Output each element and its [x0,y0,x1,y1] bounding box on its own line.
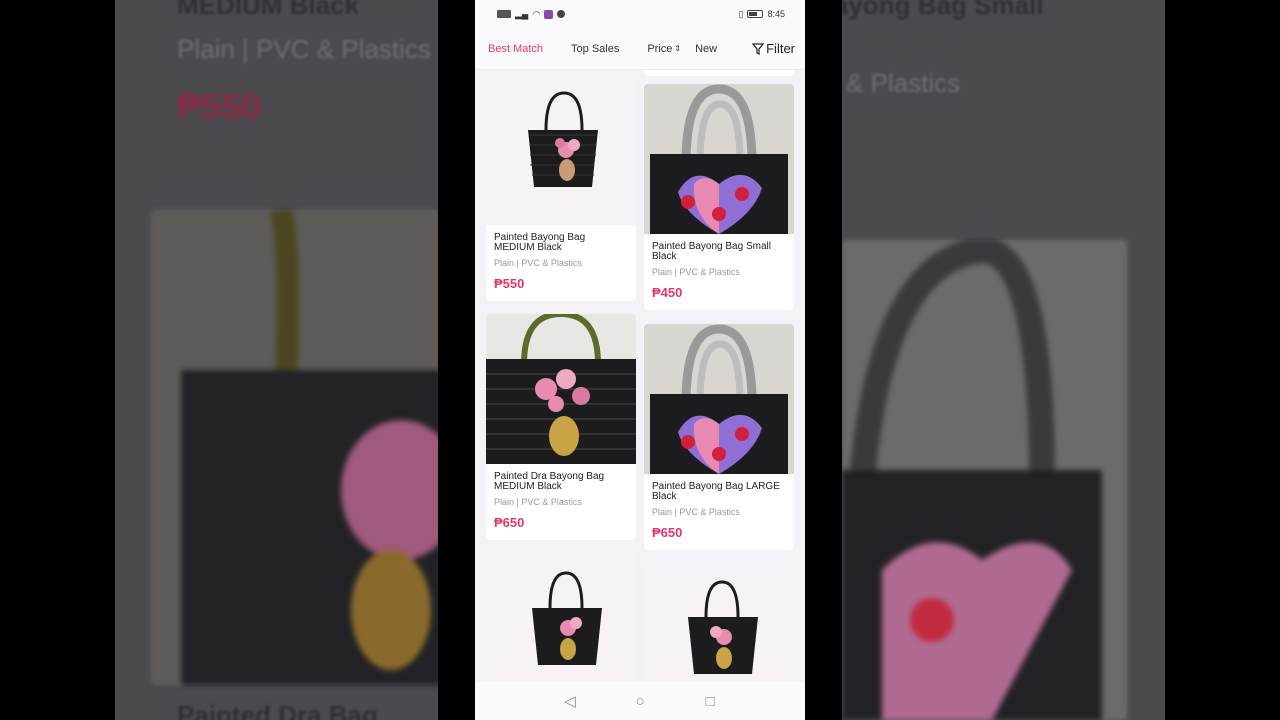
product-price: ₱550 [494,276,525,291]
sort-new[interactable]: New [695,43,717,55]
messenger-icon [557,10,566,18]
recents-icon[interactable]: □ [701,692,719,710]
product-card[interactable] [486,553,636,682]
product-image [486,75,636,225]
sort-bar: Best Match Top Sales Price ⇕ New Filter [475,28,805,70]
product-image [644,324,794,474]
bg-subtitle: Plain | PVC & Plastics [177,34,431,64]
product-card[interactable]: Painted Bayong Bag Small Black Plain | P… [644,84,794,310]
product-card[interactable]: Painted Bayong Bag MEDIUM Black Plain | … [486,75,636,301]
app-notification-icon [544,9,554,19]
bg-right-title: ayong Bag Small [842,0,1044,20]
bg-right-subtitle: & Plastics [846,68,961,98]
product-image [644,84,794,234]
bg-card [151,210,438,685]
bg-title: MEDIUM Black [177,0,360,20]
vibrate-icon: ▯ [738,8,744,19]
product-image [486,553,636,682]
clock-time: 8:45 [767,9,785,19]
home-icon[interactable]: ○ [631,692,649,710]
product-meta: Plain | PVC & Plastics [652,507,740,517]
product-card-partial[interactable] [644,70,794,76]
product-card[interactable]: Painted Dra Bayong Bag MEDIUM Black Plai… [486,314,636,540]
sort-arrows-icon: ⇕ [674,44,682,53]
product-image [644,562,794,682]
product-price: ₱450 [652,285,683,300]
bg-right-card [842,240,1127,720]
wifi-badge-icon [497,10,511,18]
filter-icon [752,42,765,55]
product-title: Painted Dra Bayong Bag MEDIUM Black [494,471,605,492]
product-meta: Plain | PVC & Plastics [494,497,582,507]
sort-best-match[interactable]: Best Match [488,43,543,55]
sort-price[interactable]: Price ⇕ [647,43,681,55]
sort-price-label: Price [647,42,673,55]
wifi-icon: ◠ [532,8,541,19]
product-image [486,314,636,464]
bg-price: ₱550 [177,86,262,127]
product-meta: Plain | PVC & Plastics [652,267,740,277]
product-card[interactable] [644,562,794,682]
system-nav-bar: ◁ ○ □ [475,682,805,720]
battery-icon [747,10,764,18]
product-price: ₱650 [652,525,683,540]
product-price: ₱650 [494,515,525,530]
product-title: Painted Bayong Bag LARGE Black [652,481,780,502]
sort-top-sales[interactable]: Top Sales [571,43,619,55]
background-right-panel: ayong Bag Small & Plastics [842,0,1165,720]
product-meta: Plain | PVC & Plastics [494,258,582,268]
back-icon[interactable]: ◁ [561,692,579,710]
filter-button[interactable]: Filter [752,41,795,56]
bg-bag-image [151,210,438,685]
background-left-panel: MEDIUM Black Plain | PVC & Plastics ₱550… [115,0,438,720]
filter-label: Filter [766,41,795,56]
status-bar: ▂▄ ◠ ▯ 8:45 [475,0,805,28]
product-card[interactable]: Painted Bayong Bag LARGE Black Plain | P… [644,324,794,550]
product-title: Painted Bayong Bag Small Black [652,241,771,262]
signal-icon: ▂▄ [515,8,529,19]
product-title: Painted Bayong Bag MEDIUM Black [494,232,586,253]
bg-right-bag-image [842,240,1127,720]
product-grid: Painted Bayong Bag MEDIUM Black Plain | … [475,70,805,682]
phone-screen: ▂▄ ◠ ▯ 8:45 Best Match Top Sales Price ⇕… [475,0,805,720]
bg-bottom-title: Painted Dra Bag [177,700,378,720]
